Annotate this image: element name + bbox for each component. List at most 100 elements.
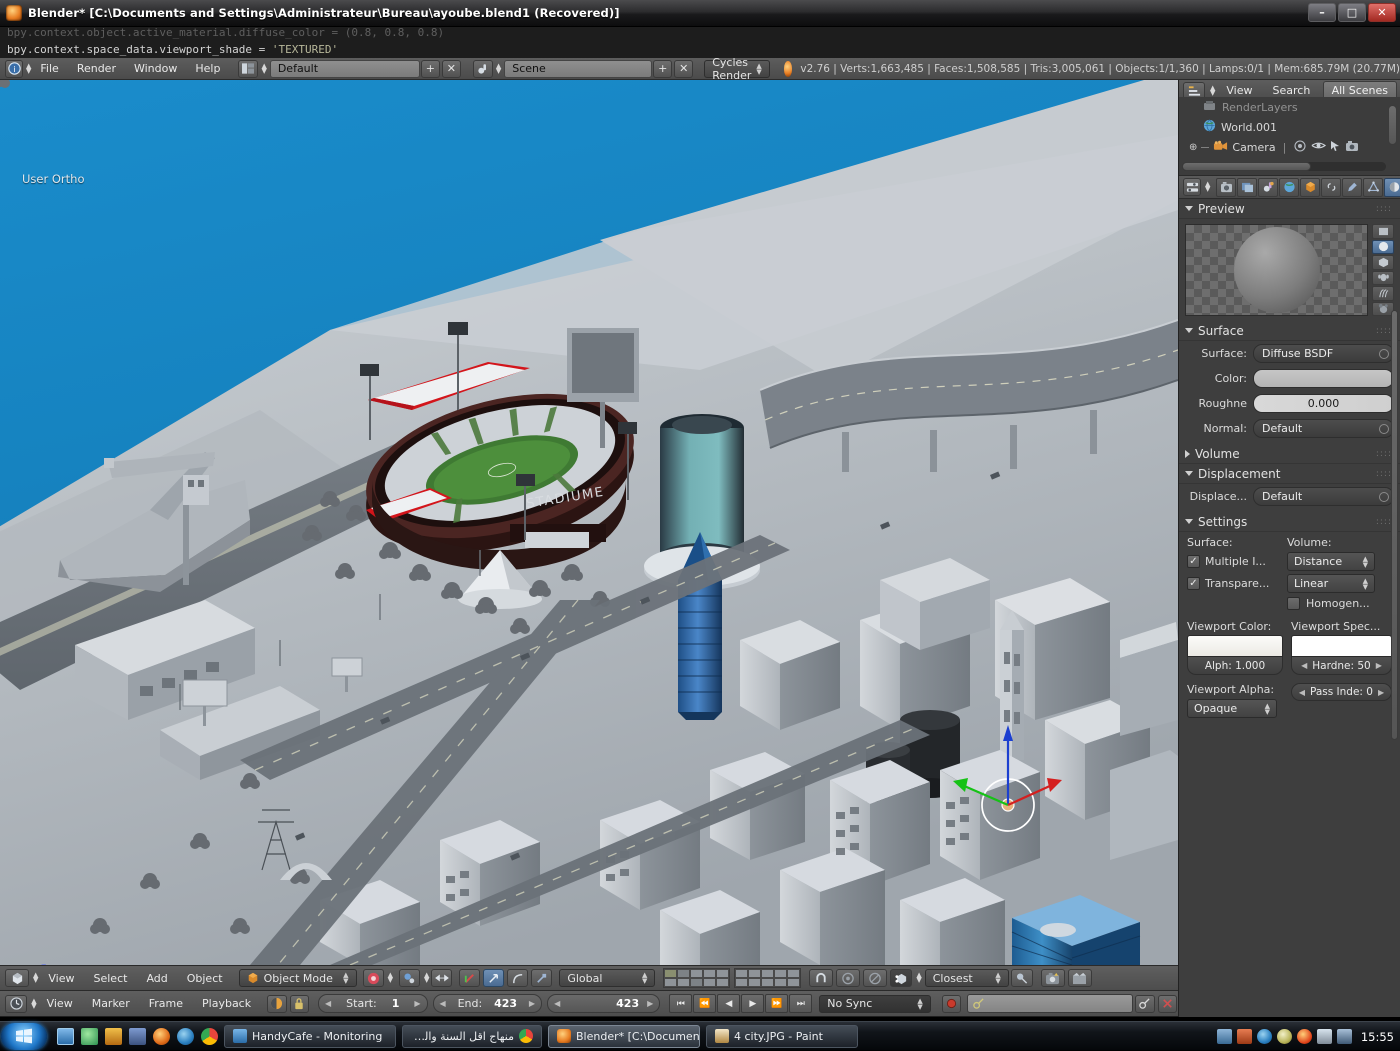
monitor-icon[interactable]: [1337, 1029, 1352, 1044]
rotate-arc-icon[interactable]: [507, 969, 528, 987]
proportional-edit-icon[interactable]: [836, 969, 860, 987]
maximize-button[interactable]: □: [1338, 3, 1366, 22]
remove-keyframe-icon[interactable]: [1158, 995, 1177, 1013]
render-image-icon[interactable]: [1041, 969, 1065, 987]
menu-window[interactable]: Window: [125, 60, 186, 77]
viewport-editor-type-spinner[interactable]: ▲▼: [33, 973, 38, 983]
screen-layout-field[interactable]: Default: [270, 60, 420, 78]
restrict-render-icon[interactable]: [1293, 140, 1307, 155]
interaction-mode-select[interactable]: Object Mode ▲▼: [239, 969, 357, 987]
monkey-preview-icon[interactable]: [1372, 271, 1394, 286]
taskbar-item-handycafe[interactable]: HandyCafe - Monitoring: [224, 1025, 396, 1048]
modifiers-tab-icon[interactable]: [1342, 178, 1362, 197]
transparent-shadows-checkbox[interactable]: ✓ Transpare...: [1187, 574, 1279, 593]
world-tab-icon[interactable]: [1279, 178, 1299, 197]
media-icon[interactable]: [81, 1028, 98, 1045]
expand-icon[interactable]: ⊕: [1189, 142, 1197, 153]
outliner-editor-type-spinner[interactable]: ▲▼: [1210, 86, 1215, 96]
rotate-manipulator-icon[interactable]: [483, 969, 504, 987]
render-animation-icon[interactable]: [1068, 969, 1092, 987]
render-engine-select[interactable]: Cycles Render ▲▼: [704, 60, 770, 78]
scene-layers[interactable]: [663, 968, 801, 988]
viewport-alpha-select[interactable]: Opaque ▲▼: [1187, 699, 1277, 718]
outliner-row-camera[interactable]: ⊕ Camera |: [1179, 137, 1400, 157]
close-button[interactable]: ✕: [1368, 3, 1396, 22]
pivot-spinner[interactable]: ▲▼: [424, 973, 429, 983]
preview-render-area[interactable]: [1185, 224, 1368, 316]
firefox-icon[interactable]: [153, 1028, 170, 1045]
scene-field[interactable]: Scene: [504, 60, 652, 78]
outliner-row-world[interactable]: World.001: [1179, 117, 1400, 137]
3d-viewport[interactable]: STADIUME: [0, 80, 1178, 965]
panel-volume-header[interactable]: Volume ::::: [1179, 444, 1400, 464]
snap-magnet-icon[interactable]: [809, 969, 833, 987]
preview-range-icon[interactable]: [267, 995, 286, 1013]
plane-preview-icon[interactable]: [1372, 224, 1394, 239]
normal-socket-icon[interactable]: [1379, 424, 1389, 434]
outliner-tree[interactable]: RenderLayers World.001 ⊕ Camera |: [1179, 97, 1400, 175]
lock-icon[interactable]: [290, 995, 309, 1013]
scene-icon[interactable]: [473, 60, 493, 78]
frame-end-field[interactable]: ◀End: 423▶: [433, 994, 543, 1013]
timeline-menu-frame[interactable]: Frame: [140, 995, 192, 1012]
renderlayers-tab-icon[interactable]: [1237, 178, 1257, 197]
show-desktop-icon[interactable]: [57, 1028, 74, 1045]
camera-data-icon[interactable]: [1345, 140, 1359, 155]
minimize-button[interactable]: –: [1308, 3, 1336, 22]
properties-editor-icon[interactable]: [1183, 178, 1201, 196]
speaker-icon[interactable]: [1317, 1029, 1332, 1044]
viewport-menu-add[interactable]: Add: [137, 970, 176, 987]
play-reverse-button[interactable]: ◀: [717, 994, 740, 1013]
scene-spinner[interactable]: ▲▼: [496, 64, 501, 74]
scale-manipulator-icon[interactable]: [531, 969, 552, 987]
pass-index-field[interactable]: ◀ Pass Inde: 0 ▶: [1291, 683, 1392, 701]
viewport-spec-swatch[interactable]: [1291, 635, 1392, 657]
scene-tab-icon[interactable]: [1258, 178, 1278, 197]
taskbar-item-blender[interactable]: Blender* [C:\Documen...: [548, 1025, 700, 1048]
taskbar-item-chrome-page[interactable]: منهاج اقل السنة والجم...: [402, 1025, 542, 1048]
play-button[interactable]: ▶: [741, 994, 764, 1013]
delete-scene-button[interactable]: ✕: [674, 60, 693, 78]
network-icon[interactable]: [1217, 1029, 1232, 1044]
properties-editor-type-spinner[interactable]: ▲▼: [1205, 182, 1210, 192]
hair-preview-icon[interactable]: [1372, 286, 1394, 301]
render-tab-icon[interactable]: [1216, 178, 1236, 197]
taskbar-clock[interactable]: 15:55: [1361, 1030, 1394, 1044]
outliner-hscrollbar[interactable]: [1182, 162, 1386, 171]
jump-to-start-button[interactable]: ⏮: [669, 994, 692, 1013]
taskbar-item-paint[interactable]: 4 city.JPG - Paint: [706, 1025, 858, 1048]
multiple-importance-checkbox[interactable]: ✓ Multiple I...: [1187, 552, 1279, 571]
add-scene-button[interactable]: +: [653, 60, 672, 78]
roughness-slider[interactable]: 0.000: [1253, 394, 1394, 413]
jump-to-end-button[interactable]: ⏭: [789, 994, 812, 1013]
color-swatch[interactable]: [1253, 369, 1394, 388]
ie-icon[interactable]: [177, 1028, 194, 1045]
next-keyframe-button[interactable]: ⏩: [765, 994, 788, 1013]
shading-spinner[interactable]: ▲▼: [388, 973, 393, 983]
ie-tray-icon[interactable]: [1257, 1029, 1272, 1044]
info-editor-icon[interactable]: i: [5, 60, 23, 78]
data-tab-icon[interactable]: [1363, 178, 1383, 197]
pivot-align-icon[interactable]: [431, 969, 452, 987]
constraints-tab-icon[interactable]: [1321, 178, 1341, 197]
transform-orientation-select[interactable]: Global ▲▼: [559, 969, 655, 987]
restrict-view-icon[interactable]: [1311, 140, 1326, 154]
volume-sampling-select[interactable]: Distance ▲▼: [1287, 552, 1375, 571]
flame-icon[interactable]: [1297, 1029, 1312, 1044]
snap-element-icon[interactable]: [890, 969, 912, 987]
outliner-row-renderlayers[interactable]: RenderLayers: [1179, 97, 1400, 117]
chrome-icon[interactable]: [201, 1028, 218, 1045]
displace-field[interactable]: Default: [1253, 487, 1394, 506]
surface-shader-field[interactable]: Diffuse BSDF: [1253, 344, 1394, 363]
viewport-color-swatch[interactable]: [1187, 635, 1283, 657]
material-tab-icon[interactable]: [1384, 178, 1400, 197]
menu-help[interactable]: Help: [186, 60, 229, 77]
cube-preview-icon[interactable]: [1372, 255, 1394, 270]
volume-interpolation-select[interactable]: Linear ▲▼: [1287, 574, 1375, 593]
snap-toggle-icon[interactable]: [863, 969, 887, 987]
hardness-field[interactable]: ◀ Hardne: 50 ▶: [1291, 657, 1392, 675]
shader-socket-icon[interactable]: [1379, 349, 1389, 359]
sync-mode-select[interactable]: No Sync ▲▼: [819, 995, 931, 1013]
current-frame-field[interactable]: ◀423▶: [547, 994, 660, 1013]
panel-surface-header[interactable]: Surface ::::: [1179, 321, 1400, 341]
